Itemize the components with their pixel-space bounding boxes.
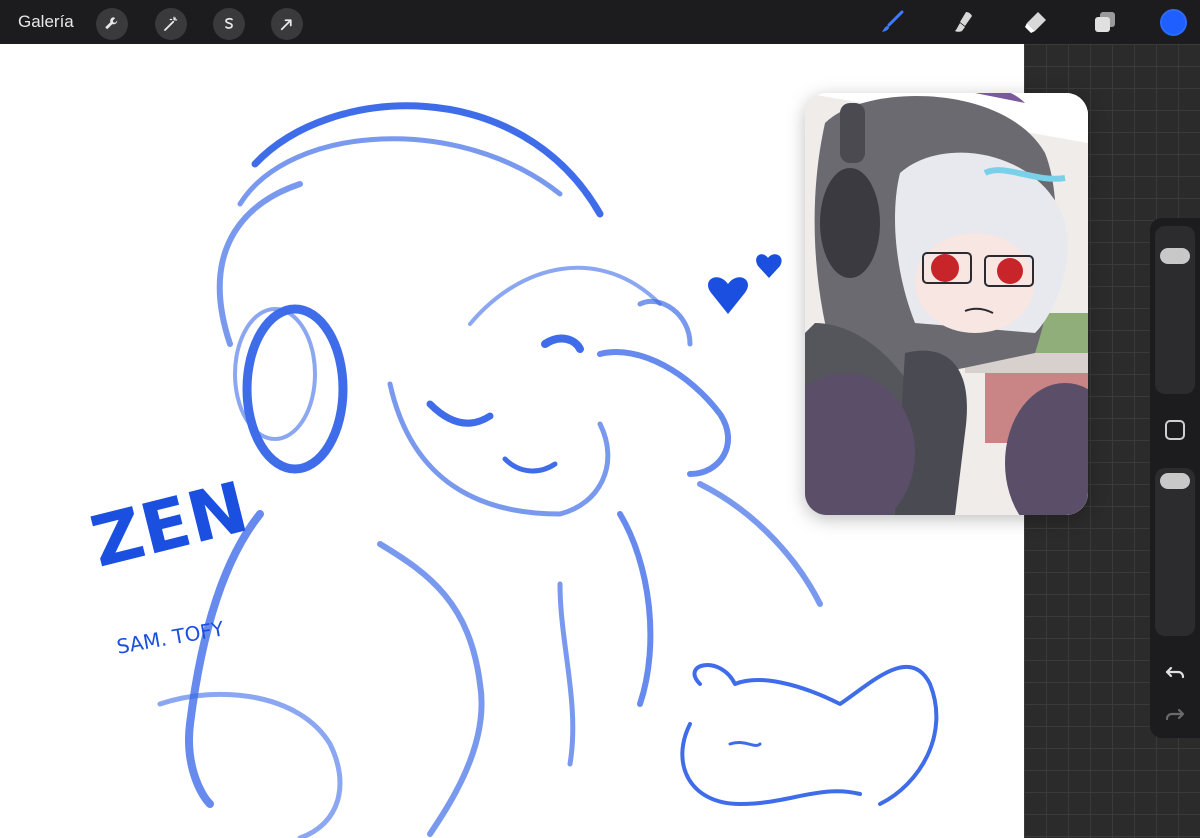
reference-image-window[interactable] bbox=[805, 93, 1088, 515]
gallery-button[interactable]: Galería bbox=[18, 12, 74, 32]
top-toolbar: Galería bbox=[0, 0, 1200, 44]
brush-sidebar bbox=[1150, 218, 1200, 738]
smudge-icon[interactable] bbox=[948, 6, 980, 38]
brush-size-thumb[interactable] bbox=[1160, 248, 1190, 264]
selection-s-icon[interactable] bbox=[213, 8, 245, 40]
opacity-thumb[interactable] bbox=[1160, 473, 1190, 489]
color-picker-button[interactable] bbox=[1160, 9, 1187, 36]
reference-image bbox=[805, 93, 1088, 515]
redo-icon[interactable] bbox=[1163, 702, 1187, 726]
wrench-icon[interactable] bbox=[96, 8, 128, 40]
opacity-slider[interactable] bbox=[1155, 468, 1195, 636]
eraser-icon[interactable] bbox=[1019, 6, 1051, 38]
arrow-cursor-icon[interactable] bbox=[271, 8, 303, 40]
square-icon[interactable] bbox=[1165, 420, 1185, 440]
undo-icon[interactable] bbox=[1163, 660, 1187, 684]
magic-wand-icon[interactable] bbox=[155, 8, 187, 40]
brush-icon[interactable] bbox=[876, 6, 908, 38]
signature-text: SAM. TOFY bbox=[115, 616, 227, 659]
brush-size-slider[interactable] bbox=[1155, 226, 1195, 394]
layers-icon[interactable] bbox=[1089, 6, 1121, 38]
